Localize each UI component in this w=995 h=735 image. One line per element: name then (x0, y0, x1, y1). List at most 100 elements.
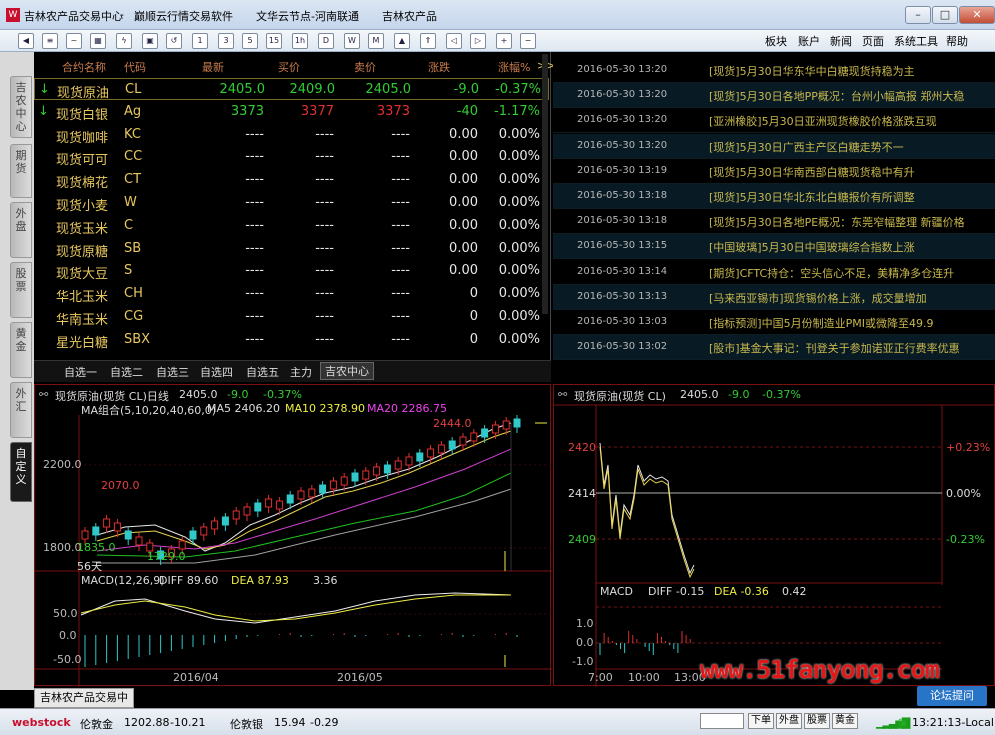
refresh-icon[interactable]: ↺ (166, 33, 182, 49)
chart-icon[interactable]: ~ (66, 33, 82, 49)
col-pct[interactable]: 涨幅% (498, 59, 530, 75)
news-item[interactable]: 2016-05-30 13:20 [现货]5月30日广西主产区白糖走势不一 (553, 133, 995, 159)
day-icon[interactable]: D (318, 33, 334, 49)
side-tab-gold[interactable]: 黄金 (10, 322, 32, 378)
quote-row[interactable]: 现货原糖 SB ---- ---- ---- 0.00 0.00% (34, 238, 549, 260)
close-button[interactable]: ✕ (959, 6, 995, 24)
grid-icon[interactable]: ▦ (90, 33, 106, 49)
maximize-button[interactable]: □ (932, 6, 958, 24)
minute-chart[interactable]: ⚯ 现货原油(现货 CL) 2405.0 -9.0 -0.37% 2420 24… (553, 384, 995, 687)
tab-watch-3[interactable]: 自选三 (156, 364, 189, 380)
quote-row[interactable]: 华北玉米 CH ---- ---- ---- 0 0.00% (34, 283, 549, 305)
news-item[interactable]: 2016-05-30 13:19 [现货]5月30日华南西部白糖现货稳中有升 (553, 159, 995, 184)
news-item[interactable]: 2016-05-30 13:13 [马来西亚锡市]现货锡价格上涨，成交量增加 (553, 284, 995, 310)
tab-watch-4[interactable]: 自选四 (200, 364, 233, 380)
kline-chart[interactable]: ⚯ 现货原油(现货 CL)日线 2405.0 -9.0 -0.37% MA组合(… (34, 384, 552, 687)
menu-news[interactable]: 新闻 (830, 33, 852, 49)
bottom-page-tab[interactable]: 吉林农产品交易中心 (34, 688, 134, 722)
tab-watch-1[interactable]: 自选一 (64, 364, 97, 380)
week-icon[interactable]: W (344, 33, 360, 49)
quote-last: ---- (245, 263, 264, 279)
period-1-button[interactable]: 1 (192, 33, 208, 49)
side-tab-foreign[interactable]: 外盘 (10, 202, 32, 258)
menu-page[interactable]: 页面 (862, 33, 884, 49)
quote-row[interactable]: 现货小麦 W ---- ---- ---- 0.00 0.00% (34, 192, 549, 214)
news-item[interactable]: 2016-05-30 13:14 [期货]CFTC持仓：空头信心不足，美精净多仓连… (553, 260, 995, 285)
stocks-button[interactable]: 股票 (804, 713, 830, 729)
side-tab-futures[interactable]: 期货 (10, 144, 32, 198)
order-button[interactable]: 下单 (748, 713, 774, 729)
gold-button[interactable]: 黄金 (832, 713, 858, 729)
period-1h-button[interactable]: 1h (292, 33, 308, 49)
quote-row[interactable]: 现货玉米 C ---- ---- ---- 0.00 0.00% (34, 215, 549, 237)
back-icon[interactable]: ◀ (18, 33, 34, 49)
period-5-button[interactable]: 5 (242, 33, 258, 49)
zoom-in-icon[interactable]: + (496, 33, 512, 49)
col-ask[interactable]: 卖价 (354, 59, 376, 75)
col-bid[interactable]: 买价 (278, 59, 300, 75)
candle-body (103, 518, 111, 528)
menu-tools[interactable]: 系统工具 (894, 33, 938, 49)
news-item[interactable]: 2016-05-30 13:02 [股市]基金大事记：刊登关于参加诺亚正行费率优惠 (553, 335, 995, 361)
news-item[interactable]: 2016-05-30 13:20 [现货]5月30日华东华中白糖现货持稳为主 (553, 58, 995, 83)
forum-button[interactable]: 论坛提问 (917, 686, 987, 706)
minimize-button[interactable]: – (905, 6, 931, 24)
menu-sector[interactable]: 板块 (765, 33, 787, 49)
side-tab-forex[interactable]: 外汇 (10, 382, 32, 438)
quote-ask: ---- (391, 149, 410, 165)
prev-icon[interactable]: ◁ (446, 33, 462, 49)
quote-row[interactable]: 星光白糖 SBX ---- ---- ---- 0 0.00% (34, 329, 549, 351)
list-icon[interactable]: ≡ (42, 33, 58, 49)
tab-watch-5[interactable]: 自选五 (246, 364, 279, 380)
code-input[interactable] (700, 713, 744, 729)
up-icon[interactable]: ▲ (394, 33, 410, 49)
news-time: 2016-05-30 13:20 (577, 139, 668, 151)
save-icon[interactable]: ▣ (142, 33, 158, 49)
foreign-button[interactable]: 外盘 (776, 713, 802, 729)
minute-svg (554, 404, 995, 687)
minute-dea-label: DEA -0.36 (714, 585, 769, 598)
double-up-icon[interactable]: ⇑ (420, 33, 436, 49)
zoom-out-icon[interactable]: − (520, 33, 536, 49)
quote-row[interactable]: 现货大豆 S ---- ---- ---- 0.00 0.00% (34, 260, 549, 282)
news-item[interactable]: 2016-05-30 13:18 [现货]5月30日华北东北白糖报价有所调整 (553, 184, 995, 209)
period-3-button[interactable]: 3 (218, 33, 234, 49)
menu-account[interactable]: 账户 (798, 33, 820, 49)
col-chg[interactable]: 涨跌 (428, 59, 450, 75)
tab-main[interactable]: 主力 (290, 364, 312, 380)
news-item[interactable]: 2016-05-30 13:20 [亚洲橡胶]5月30日亚洲现货橡胶价格涨跌互现 (553, 108, 995, 134)
side-tab-stocks[interactable]: 股票 (10, 262, 32, 318)
col-name[interactable]: 合约名称 (62, 59, 106, 75)
menu-help[interactable]: 帮助 (946, 33, 968, 49)
quote-pct: 0.00% (498, 126, 540, 142)
next-icon[interactable]: ▷ (470, 33, 486, 49)
news-item[interactable]: 2016-05-30 13:18 [现货]5月30日各地PE概况：东莞窄幅整理 新… (553, 209, 995, 235)
news-item[interactable]: 2016-05-30 13:03 [指标预测]中国5月份制造业PMI或微降至49.… (553, 310, 995, 335)
candle-body (221, 516, 229, 526)
side-tab-custom[interactable]: 自定义 (10, 442, 32, 502)
side-tab-jinong[interactable]: 吉农中心 (10, 76, 32, 138)
period-15-button[interactable]: 15 (266, 33, 282, 49)
news-item[interactable]: 2016-05-30 13:20 [现货]5月30日各地PP概况：台州小幅高报 郑… (553, 83, 995, 109)
minute-x-700: 7:00 (588, 671, 613, 684)
col-code[interactable]: 代码 (124, 59, 146, 75)
flash-icon[interactable]: ϟ (116, 33, 132, 49)
candle-body (211, 520, 219, 530)
quote-pct: 0.00% (498, 195, 540, 210)
news-item[interactable]: 2016-05-30 13:15 [中国玻璃]5月30日中国玻璃综合指数上涨 (553, 234, 995, 260)
quote-row[interactable]: 现货可可 CC ---- ---- ---- 0.00 0.00% (34, 146, 549, 168)
quote-row[interactable]: ↓ 现货原油 CL 2405.0 2409.0 2405.0 -9.0 -0.37% (34, 78, 549, 101)
quote-bid: ---- (315, 331, 334, 347)
candle-body (286, 494, 294, 504)
tab-jinong-center[interactable]: 吉农中心 (320, 362, 374, 380)
month-icon[interactable]: M (368, 33, 384, 49)
quote-row[interactable]: ↓ 现货白银 Ag 3373 3377 3373 -40 -1.17% (34, 101, 549, 123)
quote-scrollbar[interactable] (542, 54, 548, 314)
quote-row[interactable]: 现货咖啡 KC ---- ---- ---- 0.00 0.00% (34, 124, 549, 146)
news-headline: [期货]CFTC持仓：空头信心不足，美精净多仓连升 (709, 266, 955, 280)
col-last[interactable]: 最新 (202, 59, 224, 75)
minute-y-2414: 2414 (568, 487, 596, 500)
quote-row[interactable]: 华南玉米 CG ---- ---- ---- 0 0.00% (34, 306, 549, 328)
tab-watch-2[interactable]: 自选二 (110, 364, 143, 380)
quote-row[interactable]: 现货棉花 CT ---- ---- ---- 0.00 0.00% (34, 169, 549, 191)
